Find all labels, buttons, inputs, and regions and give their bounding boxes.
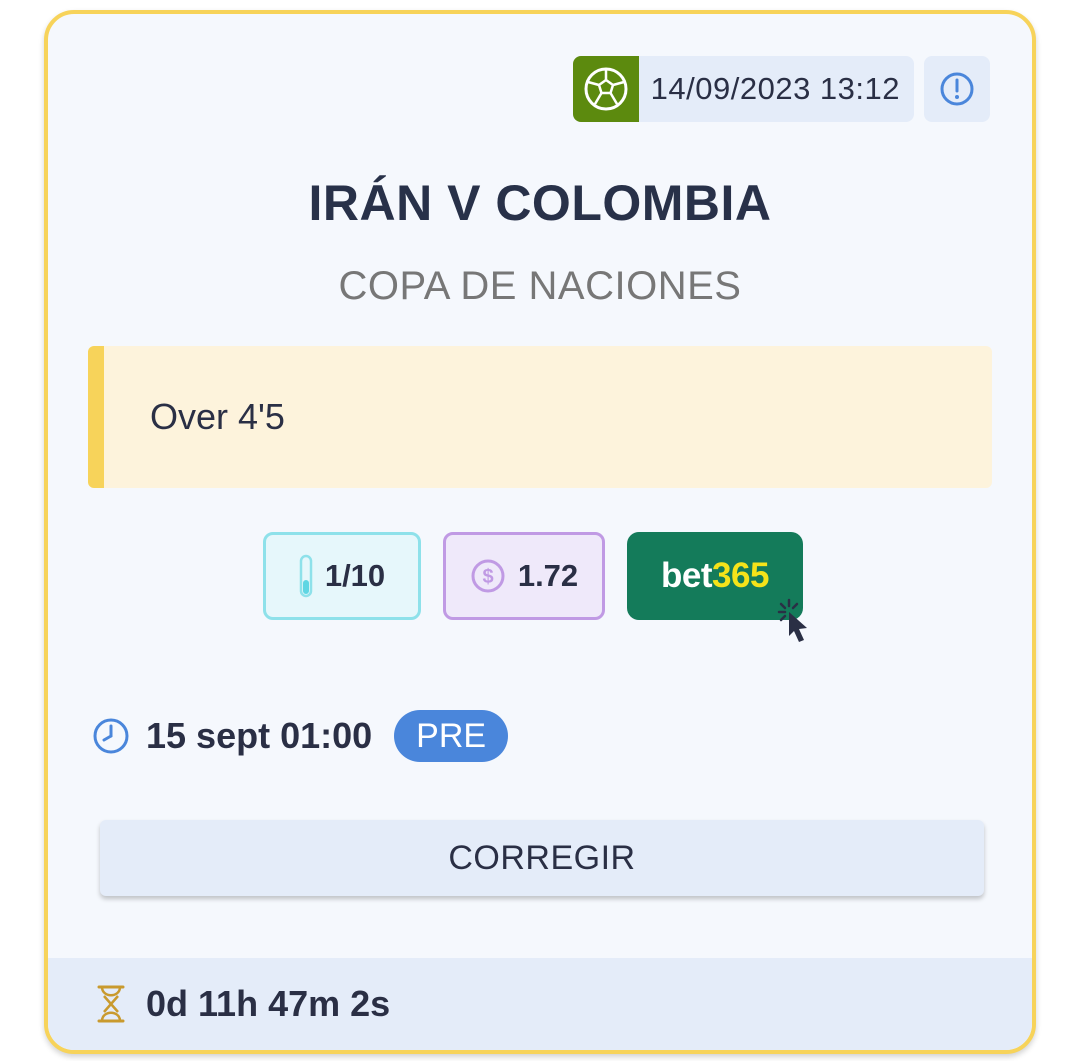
info-button[interactable] (924, 56, 990, 122)
event-time: 15 sept 01:00 (146, 715, 373, 756)
competition-name: COPA DE NACIONES (338, 264, 742, 308)
match-datetime: 14/09/2023 13:12 (650, 71, 900, 106)
bookmaker-button[interactable]: bet365 (627, 532, 807, 642)
bookmaker-logo: bet365 (661, 556, 769, 596)
odds-badge: $ 1.72 (443, 532, 605, 620)
badge-row: 1/10 $ 1.72 bet365 (263, 532, 807, 642)
schedule-row: 15 sept 01:00 PRE (92, 710, 509, 762)
odds-value: 1.72 (517, 558, 579, 593)
pick-box: Over 4'5 (88, 346, 992, 488)
tip-card: 14/09/2023 13:12 IRÁN V COLOMBIA COPA DE… (44, 10, 1036, 1054)
clock-icon (93, 718, 129, 754)
correct-button[interactable]: CORREGIR (100, 820, 984, 896)
dollar-coin-icon: $ (471, 559, 505, 593)
bookmaker-logo-num: 365 (712, 556, 769, 595)
date-pill: 14/09/2023 13:12 (572, 56, 914, 122)
countdown-timer: 0d 11h 47m 2s (146, 983, 391, 1024)
stake-value: 1/10 (324, 558, 386, 593)
stake-badge: 1/10 (263, 532, 421, 620)
exclamation-circle-icon (940, 72, 974, 106)
hourglass-icon (97, 985, 125, 1023)
status-badge: PRE (394, 710, 509, 762)
countdown-footer: 0d 11h 47m 2s (48, 958, 1032, 1050)
bookmaker-logo-bet: bet (661, 556, 713, 595)
card-header: 14/09/2023 13:12 (572, 56, 990, 122)
svg-text:$: $ (482, 566, 493, 588)
pick-text: Over 4'5 (150, 396, 285, 437)
match-title: IRÁN V COLOMBIA (308, 175, 772, 231)
click-cursor-icon (777, 598, 807, 642)
soccer-ball-icon (572, 56, 639, 122)
thermometer-icon (299, 554, 313, 598)
